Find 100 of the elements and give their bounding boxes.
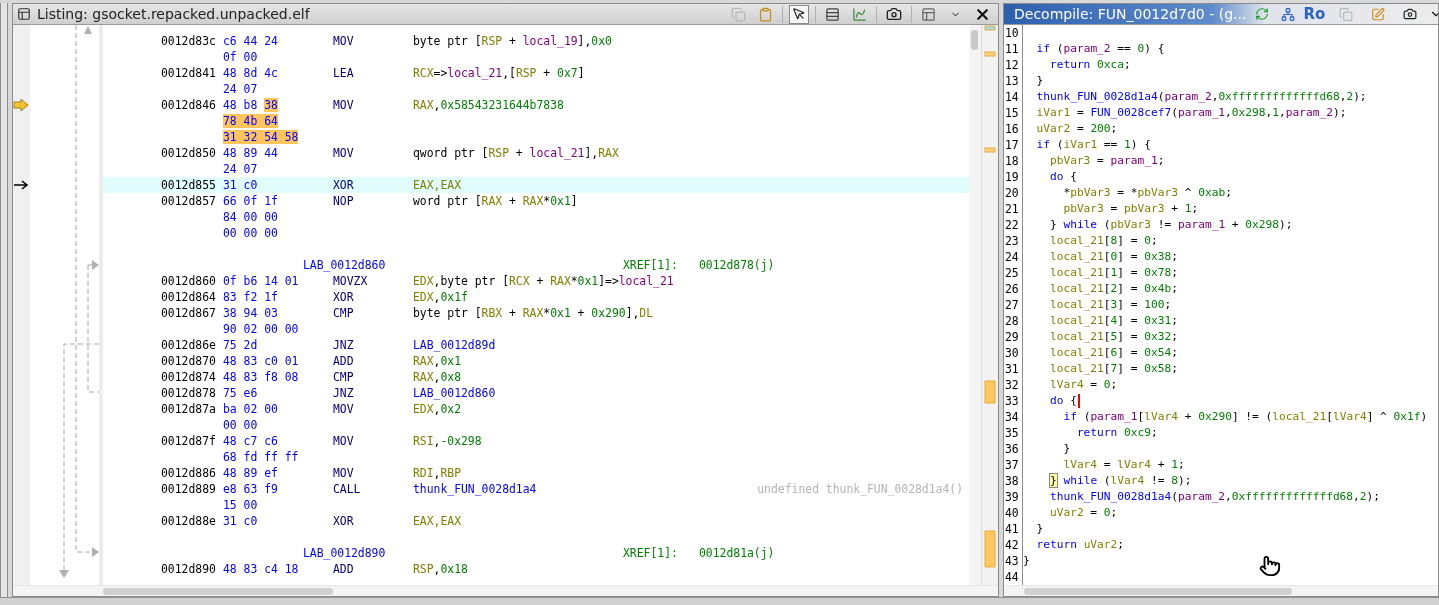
byte-values: 0f b6 14 01	[223, 273, 299, 289]
mnemonic-text: NOP	[333, 193, 355, 209]
listing-row[interactable]: 0012d88e 31 c0 XOR EAX,EAX	[103, 513, 969, 529]
operands-text: LAB_0012d89d	[413, 337, 496, 353]
code-line: do {	[1048, 169, 1077, 185]
listing-row[interactable]: 0012d855 31 c0 XOR EAX,EAX	[103, 177, 969, 193]
byte-values: 78 4b 64	[223, 113, 278, 129]
address-text: 0012d874	[161, 369, 217, 385]
window-title: Listing: gsocket.repacked.unpacked.elf	[37, 6, 310, 22]
listing-row[interactable]: 0012d889 e8 63 f9 15 00 CALL thunk_FUN_0028d1a4 undefined thunk_FUN_0028d1a4()	[103, 481, 969, 513]
line-number: 15	[1004, 105, 1020, 121]
pointer-toggle[interactable]	[789, 4, 809, 24]
line-number: 18	[1004, 153, 1020, 169]
code-line: }	[1035, 521, 1044, 537]
code-line: do {	[1048, 393, 1077, 409]
toolbar-button[interactable]: Ro	[1304, 4, 1325, 24]
address-text: 0012d846	[161, 97, 217, 113]
line-number: 39	[1004, 489, 1020, 505]
operands-text: RSI,-0x298	[413, 433, 482, 449]
listing-row[interactable]: 0012d864 83 f2 1f XOR EDX,0x1f	[103, 289, 969, 305]
listing-row[interactable]: 0012d886 48 89 ef MOV RDI,RBP	[103, 465, 969, 481]
address-text: 0012d841	[161, 65, 217, 81]
byte-values: c6 44 24	[223, 33, 278, 49]
address-text: 0012d878	[161, 385, 217, 401]
listing-row[interactable]: 0012d83c c6 44 24 0f 00 MOV byte ptr [RSP + local_19],0x0	[103, 33, 969, 65]
listing-row[interactable]: 0012d874 48 83 f8 08 CMP RAX,0x8	[103, 369, 969, 385]
listing-row[interactable]: 0012d857 66 0f 1f 84 00 00 00 00 00 NOP word ptr [RAX + RAX*0x1]	[103, 193, 969, 241]
line-number: 24	[1004, 249, 1020, 265]
line-number: 33	[1004, 393, 1020, 409]
xref-target: 0012d878(j)	[699, 257, 775, 273]
listing-row[interactable]: 0012d878 75 e6 JNZ LAB_0012d860	[103, 385, 969, 401]
mnemonic-text: JNZ	[333, 337, 355, 353]
address-text: 0012d864	[161, 289, 217, 305]
byte-values: 48 8d 4c	[223, 65, 278, 81]
listing-row[interactable]: 0012d850 48 89 44 24 07 MOV qword ptr [RSP + local_21],RAX	[103, 145, 969, 177]
mnemonic-text: MOV	[333, 33, 355, 49]
code-line: if (iVar1 == 1) {	[1035, 137, 1152, 153]
code-line: local_21[0] = 0x38;	[1048, 249, 1178, 265]
listing-row[interactable]: 0012d860 0f b6 14 01 MOVZX EDX,byte ptr [RCX + RAX*0x1]=>local_21	[103, 273, 969, 289]
code-line: lVar4 = lVar4 + 1;	[1062, 457, 1185, 473]
byte-values: 66 0f 1f	[223, 193, 278, 209]
operands-text: byte ptr [RSP + local_19],0x0	[413, 33, 612, 49]
listing-row[interactable]: 0012d87a ba 02 00 00 00 MOV EDX,0x2	[103, 401, 969, 433]
listing-row[interactable]: 0012d841 48 8d 4c 24 07 LEA RCX=>local_21,[RSP + 0x7]	[103, 65, 969, 97]
byte-values: 68 fd ff ff	[223, 449, 299, 465]
address-text: 0012d855	[161, 177, 217, 193]
line-number: 17	[1004, 137, 1020, 153]
operands-text: byte ptr [RBX + RAX*0x1 + 0x290],DL	[413, 305, 654, 321]
byte-values: 48 89 ef	[223, 465, 278, 481]
listing-row[interactable]: 0012d867 38 94 03 90 02 00 00 CMP byte ptr [RBX + RAX*0x1 + 0x290],DL	[103, 305, 969, 337]
line-number: 31	[1004, 361, 1020, 377]
address-text: 0012d857	[161, 193, 217, 209]
address-text: 0012d886	[161, 465, 217, 481]
listing-row[interactable]: 0012d846 48 b8 38 78 4b 64 31 32 54 58 MOV RAX,0x58543231644b7838	[103, 97, 969, 145]
operands-text: thunk_FUN_0028d1a4	[413, 481, 537, 497]
horizontal-scrollbar[interactable]	[1004, 585, 1438, 596]
scrollbar-thumb[interactable]	[971, 30, 978, 50]
scrollbar-thumb[interactable]	[1024, 588, 1292, 595]
copy-icon	[1339, 6, 1354, 22]
mnemonic-text: ADD	[333, 353, 355, 369]
scrollbar-thumb[interactable]	[103, 588, 333, 595]
line-number: 29	[1004, 329, 1020, 345]
line-number: 27	[1004, 297, 1020, 313]
listing-row[interactable]: 0012d870 48 83 c0 01 ADD RAX,0x1	[103, 353, 969, 369]
listing-row[interactable]: 0012d87f 48 c7 c6 68 fd ff ff MOV RSI,-0x298	[103, 433, 969, 465]
operands-text: RSP,0x18	[413, 561, 468, 577]
address-text: 0012d88e	[161, 513, 217, 529]
line-number: 23	[1004, 233, 1020, 249]
line-number: 11	[1004, 41, 1020, 57]
mnemonic-text: MOV	[333, 145, 355, 161]
byte-values: 00 00	[223, 417, 258, 433]
address-text: 0012d850	[161, 145, 217, 161]
vertical-scrollbar[interactable]	[969, 25, 981, 585]
code-line: local_21[5] = 0x32;	[1048, 329, 1178, 345]
line-number: 41	[1004, 521, 1020, 537]
byte-values: 75 2d	[223, 337, 258, 353]
operands-text: word ptr [RAX + RAX*0x1]	[413, 193, 578, 209]
listing-icon	[17, 7, 31, 21]
code-line: if (param_2 == 0) {	[1035, 41, 1165, 57]
line-number: 42	[1004, 537, 1020, 553]
operands-text: EDX,0x1f	[413, 289, 468, 305]
window-title: Decompile: FUN_0012d7d0 - (g...	[1014, 6, 1247, 22]
line-number: 25	[1004, 265, 1020, 281]
mnemonic-text: XOR	[333, 177, 355, 193]
hand-cursor-icon	[1259, 555, 1281, 577]
listing-row[interactable]: 0012d890 48 83 c4 18 ADD RSP,0x18	[103, 561, 969, 577]
listing-row[interactable]: 0012d86e 75 2d JNZ LAB_0012d89d	[103, 337, 969, 353]
line-number: 19	[1004, 169, 1020, 185]
code-line: } while (pbVar3 != param_1 + 0x298);	[1048, 217, 1293, 233]
code-line: *pbVar3 = *pbVar3 ^ 0xab;	[1062, 185, 1232, 201]
address-text: 0012d860	[161, 273, 217, 289]
code-line: local_21[6] = 0x54;	[1048, 345, 1178, 361]
mnemonic-text: XOR	[333, 513, 355, 529]
horizontal-scrollbar[interactable]	[13, 585, 998, 596]
line-number: 14	[1004, 89, 1020, 105]
mnemonic-text: JNZ	[333, 385, 355, 401]
byte-values: e8 63 f9	[223, 481, 278, 497]
code-line: local_21[7] = 0x58;	[1048, 361, 1178, 377]
code-line: lVar4 = 0;	[1048, 377, 1118, 393]
line-number: 43	[1004, 553, 1020, 569]
